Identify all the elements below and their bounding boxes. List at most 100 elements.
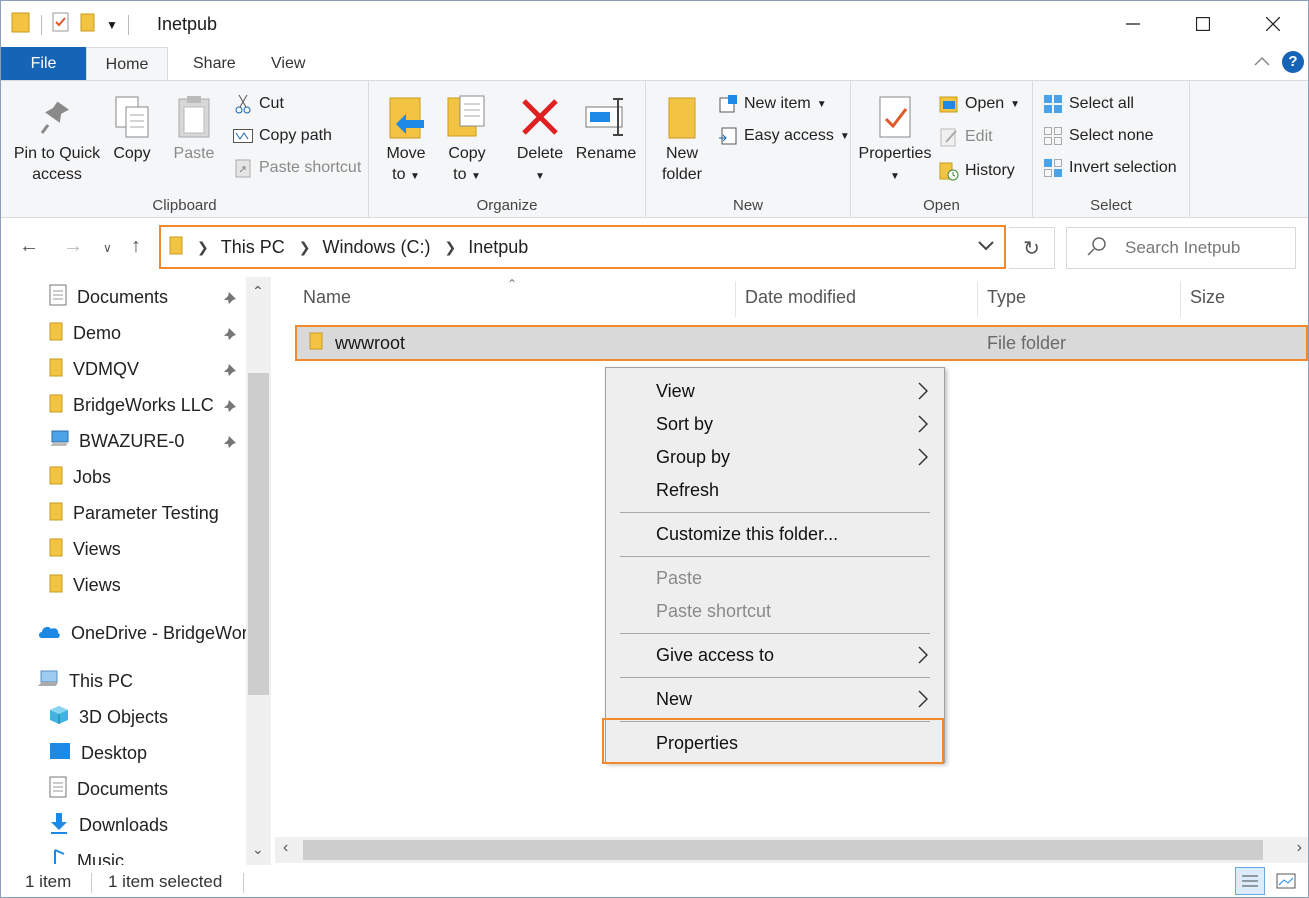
nav-item-music[interactable]: Music	[49, 843, 124, 865]
menu-item-give-access-to[interactable]: Give access to	[656, 645, 774, 666]
scroll-right-icon[interactable]: ›	[1297, 839, 1302, 857]
new-folder-button[interactable]: New folder	[658, 91, 706, 185]
maximize-button[interactable]	[1168, 1, 1238, 47]
select-none-button[interactable]: Select none	[1043, 126, 1154, 146]
edit-button[interactable]: Edit	[939, 127, 993, 147]
sort-indicator-icon: ⌃	[507, 277, 518, 291]
address-bar[interactable]: ❯ This PC ❯ Windows (C:) ❯ Inetpub	[159, 225, 1006, 269]
select-group-label: Select	[1090, 197, 1132, 214]
nav-item-views[interactable]: Views	[49, 567, 121, 603]
nav-item-parameter-testing[interactable]: Parameter Testing	[49, 495, 219, 531]
nav-item-views[interactable]: Views	[49, 531, 121, 567]
delete-button[interactable]: Delete ▼	[513, 91, 567, 187]
menu-item-view[interactable]: View	[656, 381, 695, 402]
3d-objects-icon	[49, 705, 69, 730]
scroll-left-icon[interactable]: ‹	[283, 839, 288, 857]
new-item-button[interactable]: New item ▼	[718, 94, 827, 114]
breadcrumb-inetpub[interactable]: Inetpub	[468, 237, 528, 258]
menu-item-sort-by[interactable]: Sort by	[656, 414, 713, 435]
quick-access-toolbar: ▼	[11, 11, 129, 38]
scrollbar-thumb[interactable]	[248, 373, 269, 695]
tab-file[interactable]: File	[1, 47, 86, 80]
column-header-name[interactable]: Name	[303, 287, 351, 308]
nav-item-3d-objects[interactable]: 3D Objects	[49, 699, 168, 735]
history-button[interactable]: History	[939, 161, 1015, 181]
nav-item-desktop[interactable]: Desktop	[49, 735, 147, 771]
download-arrow-icon	[49, 812, 69, 839]
copy-button[interactable]: Copy	[105, 91, 159, 164]
minimize-button[interactable]	[1098, 1, 1168, 47]
nav-item-documents-pc[interactable]: Documents	[49, 771, 168, 807]
file-type: File folder	[987, 332, 1067, 353]
selection-count: 1 item selected	[108, 872, 223, 891]
customize-qat-icon[interactable]: ▼	[106, 18, 118, 32]
breadcrumb-windows-c[interactable]: Windows (C:)	[322, 237, 430, 258]
paste-button[interactable]: Paste	[167, 91, 221, 164]
rename-button[interactable]: Rename	[573, 91, 639, 164]
nav-item-this-pc[interactable]: This PC	[37, 663, 133, 699]
close-button[interactable]	[1238, 1, 1308, 47]
menu-item-paste[interactable]: Paste	[656, 568, 702, 589]
toolbar-divider	[127, 14, 129, 35]
copy-icon	[115, 96, 149, 138]
copy-path-button[interactable]: Copy path	[233, 126, 332, 146]
nav-item-demo[interactable]: Demo	[49, 315, 236, 351]
tab-view[interactable]: View	[251, 47, 325, 80]
large-icons-view-icon[interactable]	[1271, 867, 1301, 895]
column-header-type[interactable]: Type	[987, 287, 1026, 308]
menu-item-paste-shortcut[interactable]: Paste shortcut	[656, 601, 771, 622]
navigation-pane: Documents Demo VDMQV BridgeWorks LLC BWA…	[1, 277, 271, 865]
scroll-up-icon[interactable]: ⌃	[252, 283, 264, 300]
folder-icon	[49, 321, 63, 346]
select-all-button[interactable]: Select all	[1043, 94, 1134, 114]
menu-item-customize-folder[interactable]: Customize this folder...	[656, 524, 838, 545]
pin-to-quick-access-button[interactable]: Pin to Quick access	[9, 91, 105, 185]
nav-item-downloads[interactable]: Downloads	[49, 807, 168, 843]
scrollbar-thumb[interactable]	[303, 840, 1263, 860]
folder-icon	[49, 357, 63, 382]
close-icon	[1266, 17, 1280, 31]
new-group-label: New	[732, 197, 763, 214]
collapse-ribbon-icon[interactable]	[1254, 53, 1270, 71]
nav-item-documents[interactable]: Documents	[49, 279, 236, 315]
cut-button[interactable]: Cut	[233, 94, 284, 114]
invert-selection-button[interactable]: Invert selection	[1043, 158, 1177, 178]
ribbon: Pin to Quick access Copy Paste Cut Copy …	[1, 80, 1308, 218]
tab-home[interactable]: Home	[86, 47, 168, 81]
tab-share[interactable]: Share	[173, 47, 256, 80]
menu-item-new[interactable]: New	[656, 689, 692, 710]
nav-item-onedrive[interactable]: OneDrive - BridgeWorl	[37, 615, 252, 651]
back-arrow-icon[interactable]: ←	[19, 235, 39, 258]
menu-item-refresh[interactable]: Refresh	[656, 480, 719, 501]
details-view-icon[interactable]	[1235, 867, 1265, 895]
properties-button[interactable]: Properties ▼	[857, 91, 933, 187]
search-box[interactable]: Search Inetpub	[1066, 227, 1296, 269]
column-header-date-modified[interactable]: Date modified	[745, 287, 856, 308]
horizontal-scrollbar[interactable]: ‹ ›	[275, 837, 1308, 863]
paste-shortcut-button[interactable]: Paste shortcut	[233, 158, 361, 178]
help-icon[interactable]: ?	[1282, 51, 1304, 73]
status-bar: 1 item 1 item selected	[1, 865, 1308, 897]
recent-locations-chevron-icon[interactable]: ∨	[103, 241, 112, 255]
forward-arrow-icon[interactable]: →	[63, 235, 83, 258]
file-row-wwwroot[interactable]: wwwroot File folder	[295, 325, 1308, 361]
copy-to-button[interactable]: Copy to ▼	[443, 91, 491, 187]
up-arrow-icon[interactable]: ↑	[131, 235, 141, 258]
nav-item-bridgeworks-llc[interactable]: BridgeWorks LLC	[49, 387, 236, 423]
move-to-button[interactable]: Move to ▼	[381, 91, 431, 187]
open-button[interactable]: Open ▼	[939, 94, 1020, 114]
easy-access-button[interactable]: Easy access ▼	[718, 126, 850, 146]
nav-item-vdmqv[interactable]: VDMQV	[49, 351, 236, 387]
nav-pane-scrollbar[interactable]: ⌃ ⌄	[246, 277, 271, 865]
address-dropdown-icon[interactable]	[978, 238, 994, 256]
properties-quick-icon[interactable]	[52, 12, 70, 37]
menu-item-group-by[interactable]: Group by	[656, 447, 730, 468]
nav-item-jobs[interactable]: Jobs	[49, 459, 111, 495]
breadcrumb-this-pc[interactable]: This PC	[221, 237, 285, 258]
refresh-button[interactable]: ↻	[1009, 227, 1055, 269]
scroll-down-icon[interactable]: ⌄	[252, 841, 264, 858]
column-header-size[interactable]: Size	[1190, 287, 1225, 308]
clipboard-group: Pin to Quick access Copy Paste Cut Copy …	[1, 81, 369, 218]
new-folder-quick-icon[interactable]	[80, 12, 96, 37]
nav-item-bwazure[interactable]: BWAZURE-0	[49, 423, 236, 459]
